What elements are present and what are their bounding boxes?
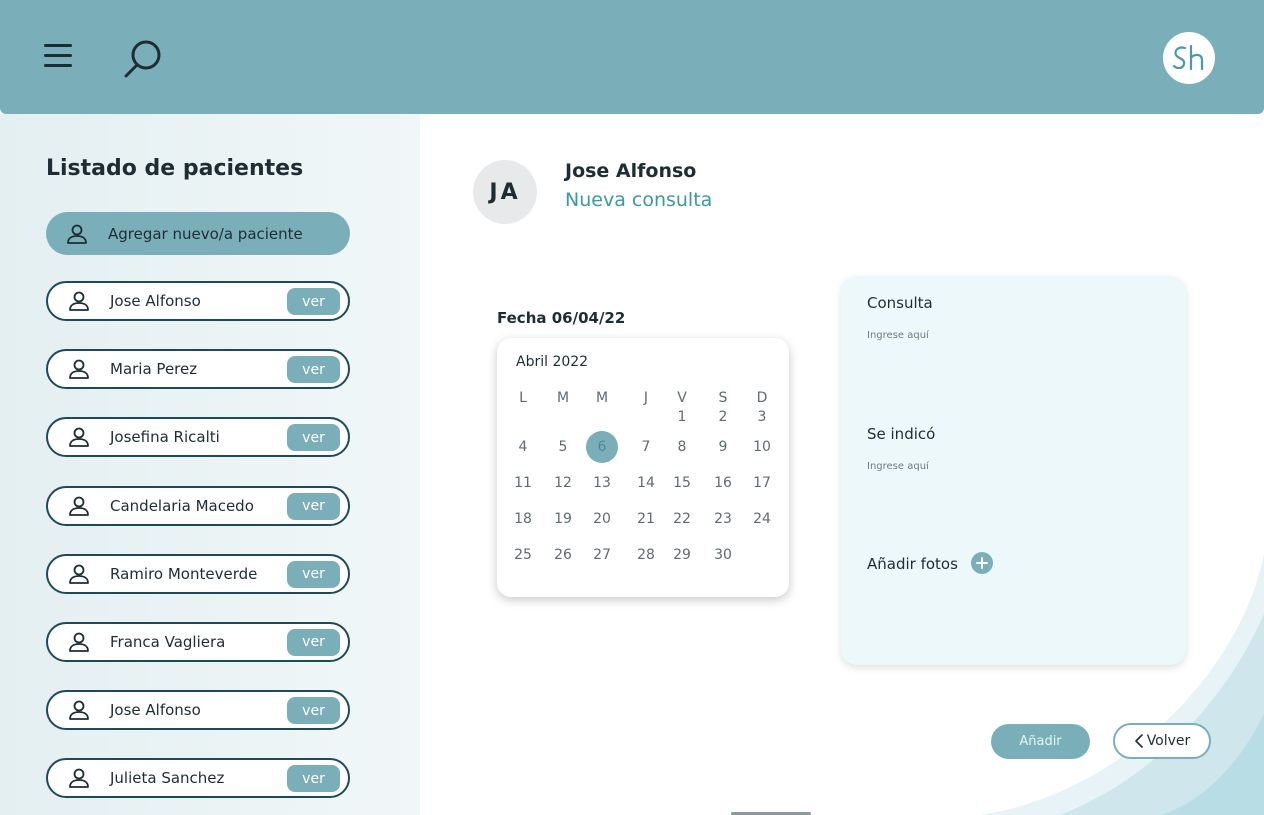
back-button-label: Volver bbox=[1146, 733, 1191, 749]
calendar-day[interactable]: 23 bbox=[707, 503, 739, 535]
search-icon[interactable] bbox=[122, 38, 164, 80]
patient-name: Jose Alfonso bbox=[565, 160, 697, 182]
patient-item-name: Jose Alfonso bbox=[110, 701, 201, 720]
calendar-day[interactable]: 13 bbox=[586, 467, 618, 499]
patient-item-name: Maria Perez bbox=[110, 360, 198, 379]
indicacion-input[interactable] bbox=[867, 455, 1157, 477]
page-subtitle: Nueva consulta bbox=[565, 189, 713, 211]
calendar-weekday-label: L bbox=[519, 390, 527, 406]
calendar-day[interactable]: 21 bbox=[630, 503, 662, 535]
calendar-day[interactable]: 1 bbox=[666, 401, 698, 433]
person-icon bbox=[69, 700, 89, 721]
patient-item-name: Julieta Sanchez bbox=[110, 769, 225, 788]
add-photos-label: Añadir fotos bbox=[867, 555, 958, 573]
calendar-weekday-label: J bbox=[643, 390, 649, 406]
add-patient-button[interactable]: Agregar nuevo/a paciente bbox=[46, 212, 350, 255]
calendar-day[interactable]: 3 bbox=[746, 401, 778, 433]
view-patient-button[interactable]: ver bbox=[287, 288, 340, 315]
calendar-day[interactable]: 27 bbox=[586, 539, 618, 571]
calendar-month-label: Abril 2022 bbox=[516, 354, 589, 370]
calendar-day[interactable]: 18 bbox=[507, 503, 539, 535]
calendar-day[interactable]: 11 bbox=[507, 467, 539, 499]
patient-item[interactable]: Josefina Ricalti ver bbox=[46, 417, 350, 458]
calendar-day[interactable]: 8 bbox=[666, 431, 698, 463]
patient-item-name: Candelaria Macedo bbox=[110, 496, 254, 515]
calendar-day[interactable]: 14 bbox=[630, 467, 662, 499]
patient-item[interactable]: Jose Alfonso ver bbox=[46, 281, 350, 321]
calendar-day[interactable]: 24 bbox=[746, 503, 778, 535]
back-button[interactable]: Volver bbox=[1113, 723, 1211, 759]
calendar-day[interactable]: 2 bbox=[707, 401, 739, 433]
patient-item-name: Josefina Ricalti bbox=[110, 428, 220, 447]
calendar-day[interactable]: 16 bbox=[707, 467, 739, 499]
patient-list: Jose Alfonso ver Maria Perez ver Josefina Ri… bbox=[46, 281, 350, 815]
calendar-day[interactable]: 22 bbox=[666, 503, 698, 535]
patient-item-name: Jose Alfonso bbox=[110, 292, 201, 310]
add-patient-label: Agregar nuevo/a paciente bbox=[108, 224, 303, 243]
calendar-day[interactable]: 19 bbox=[547, 503, 579, 535]
consulta-input[interactable] bbox=[867, 324, 1157, 346]
date-label: Fecha 06/04/22 bbox=[497, 309, 626, 327]
patient-item[interactable]: Ramiro Monteverde ver bbox=[46, 553, 350, 594]
calendar-day[interactable]: 12 bbox=[547, 467, 579, 499]
patient-item[interactable]: Maria Perez ver bbox=[46, 349, 350, 390]
calendar-day-selected[interactable]: 6 bbox=[586, 431, 618, 463]
view-patient-button[interactable]: ver bbox=[287, 424, 340, 452]
person-icon bbox=[69, 768, 89, 789]
patients-sidebar: Listado de pacientes Agregar nuevo/a pac… bbox=[0, 114, 420, 815]
view-patient-button[interactable]: ver bbox=[287, 628, 340, 656]
calendar: Abril 2022 L M M J V S D 1 2 3 4 5 6 7 8 9 10 11 12 13 14 15 1… bbox=[497, 338, 789, 597]
calendar-day[interactable]: 15 bbox=[666, 467, 698, 499]
indicacion-label: Se indicó bbox=[867, 425, 936, 443]
person-icon bbox=[69, 427, 89, 448]
person-icon bbox=[69, 496, 89, 516]
patient-item[interactable]: Julieta Sanchez ver bbox=[46, 758, 350, 799]
consulta-label: Consulta bbox=[867, 294, 933, 312]
chevron-left-icon bbox=[1134, 734, 1143, 748]
calendar-day[interactable]: 7 bbox=[630, 431, 662, 463]
patient-item[interactable]: Candelaria Macedo ver bbox=[46, 485, 350, 526]
patient-item[interactable]: Jose Alfonso ver bbox=[46, 690, 350, 731]
calendar-day[interactable]: 29 bbox=[666, 539, 698, 571]
calendar-day[interactable]: 25 bbox=[507, 539, 539, 571]
calendar-weekday-label: M bbox=[595, 390, 609, 406]
hamburger-menu-icon[interactable] bbox=[44, 44, 72, 68]
consultation-form-card: Consulta Se indicó Añadir fotos bbox=[841, 276, 1186, 665]
person-icon bbox=[67, 224, 87, 244]
view-patient-button[interactable]: ver bbox=[287, 492, 340, 520]
patient-item-name: Ramiro Monteverde bbox=[110, 564, 258, 583]
patient-item-name: Franca Vagliera bbox=[110, 632, 226, 651]
calendar-day[interactable]: 5 bbox=[547, 431, 579, 463]
calendar-day[interactable]: 9 bbox=[707, 431, 739, 463]
calendar-day[interactable]: 26 bbox=[547, 539, 579, 571]
calendar-day[interactable]: 20 bbox=[586, 503, 618, 535]
calendar-day[interactable]: 4 bbox=[507, 431, 539, 463]
person-icon bbox=[69, 564, 89, 584]
person-icon bbox=[69, 632, 89, 652]
calendar-day[interactable]: 28 bbox=[630, 539, 662, 571]
patient-item[interactable]: Franca Vagliera ver bbox=[46, 621, 350, 662]
calendar-day[interactable]: 17 bbox=[746, 467, 778, 499]
add-button[interactable]: Añadir bbox=[991, 724, 1090, 759]
patient-avatar: JA bbox=[473, 160, 537, 224]
person-icon bbox=[69, 291, 89, 311]
view-patient-button[interactable]: ver bbox=[287, 560, 340, 588]
calendar-weekday-label: M bbox=[556, 390, 570, 406]
calendar-day[interactable]: 30 bbox=[707, 539, 739, 571]
sidebar-title: Listado de pacientes bbox=[46, 156, 304, 181]
top-bar bbox=[0, 0, 1264, 114]
view-patient-button[interactable]: ver bbox=[287, 697, 340, 725]
app-logo bbox=[1163, 32, 1215, 84]
view-patient-button[interactable]: ver bbox=[287, 765, 340, 793]
person-icon bbox=[69, 359, 89, 380]
view-patient-button[interactable]: ver bbox=[287, 356, 340, 384]
add-photo-plus-icon[interactable] bbox=[971, 552, 993, 574]
calendar-day[interactable]: 10 bbox=[746, 431, 778, 463]
